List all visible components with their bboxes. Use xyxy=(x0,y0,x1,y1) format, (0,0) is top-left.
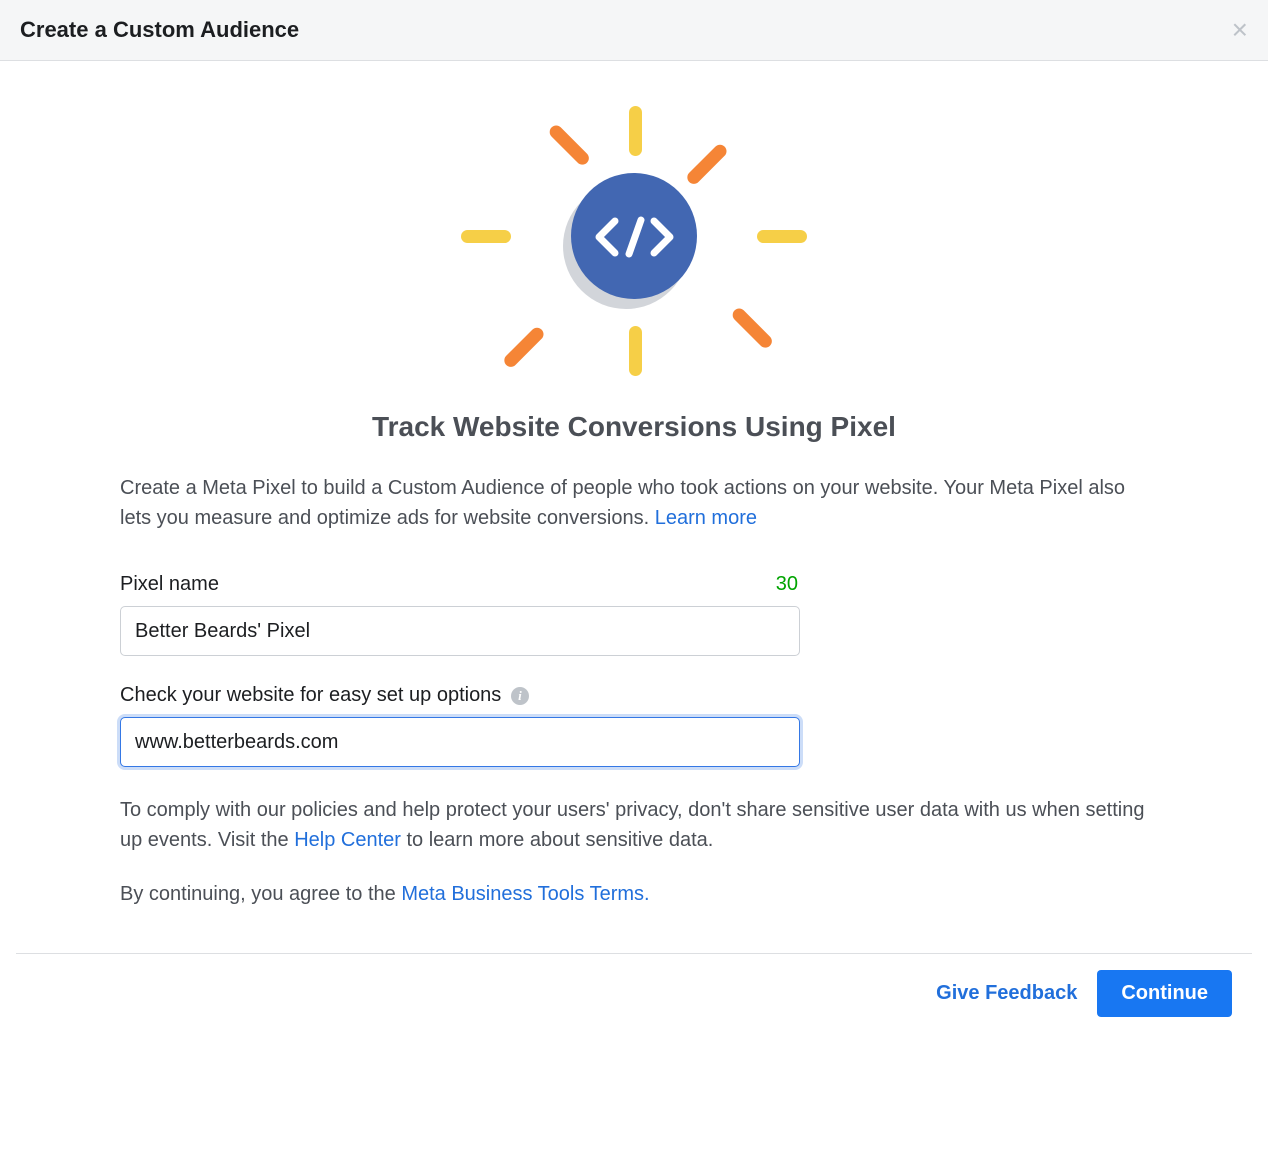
code-sun-icon xyxy=(459,101,809,381)
continue-button[interactable]: Continue xyxy=(1097,970,1232,1017)
website-url-input[interactable] xyxy=(120,717,800,767)
close-icon[interactable]: × xyxy=(1232,16,1248,44)
website-check-label-text: Check your website for easy set up optio… xyxy=(120,684,501,706)
pixel-name-input[interactable] xyxy=(120,606,800,656)
privacy-policy-text: To comply with our policies and help pro… xyxy=(120,795,1148,855)
modal-body: Track Website Conversions Using Pixel Cr… xyxy=(0,61,1268,953)
pixel-illustration xyxy=(120,91,1148,381)
description-body: Create a Meta Pixel to build a Custom Au… xyxy=(120,477,1125,529)
pixel-name-label: Pixel name xyxy=(120,573,219,596)
website-check-label-row: Check your website for easy set up optio… xyxy=(120,684,1148,707)
pixel-name-label-row: Pixel name 30 xyxy=(120,573,1148,596)
modal-header: Create a Custom Audience × xyxy=(0,0,1268,61)
modal-title: Create a Custom Audience xyxy=(20,17,299,43)
modal-footer: Give Feedback Continue xyxy=(16,953,1252,1033)
pixel-name-field-group: Pixel name 30 xyxy=(120,573,1148,656)
terms-agree-text: By continuing, you agree to the Meta Bus… xyxy=(120,879,1148,909)
website-check-label: Check your website for easy set up optio… xyxy=(120,684,529,707)
website-check-field-group: Check your website for easy set up optio… xyxy=(120,684,1148,767)
info-icon[interactable]: i xyxy=(511,687,529,705)
terms-link[interactable]: Meta Business Tools Terms. xyxy=(401,883,649,905)
help-center-link[interactable]: Help Center xyxy=(294,829,401,851)
description-text: Create a Meta Pixel to build a Custom Au… xyxy=(120,473,1148,533)
give-feedback-button[interactable]: Give Feedback xyxy=(936,982,1077,1005)
headline: Track Website Conversions Using Pixel xyxy=(120,411,1148,443)
learn-more-link[interactable]: Learn more xyxy=(655,507,757,529)
char-count: 30 xyxy=(776,573,798,596)
